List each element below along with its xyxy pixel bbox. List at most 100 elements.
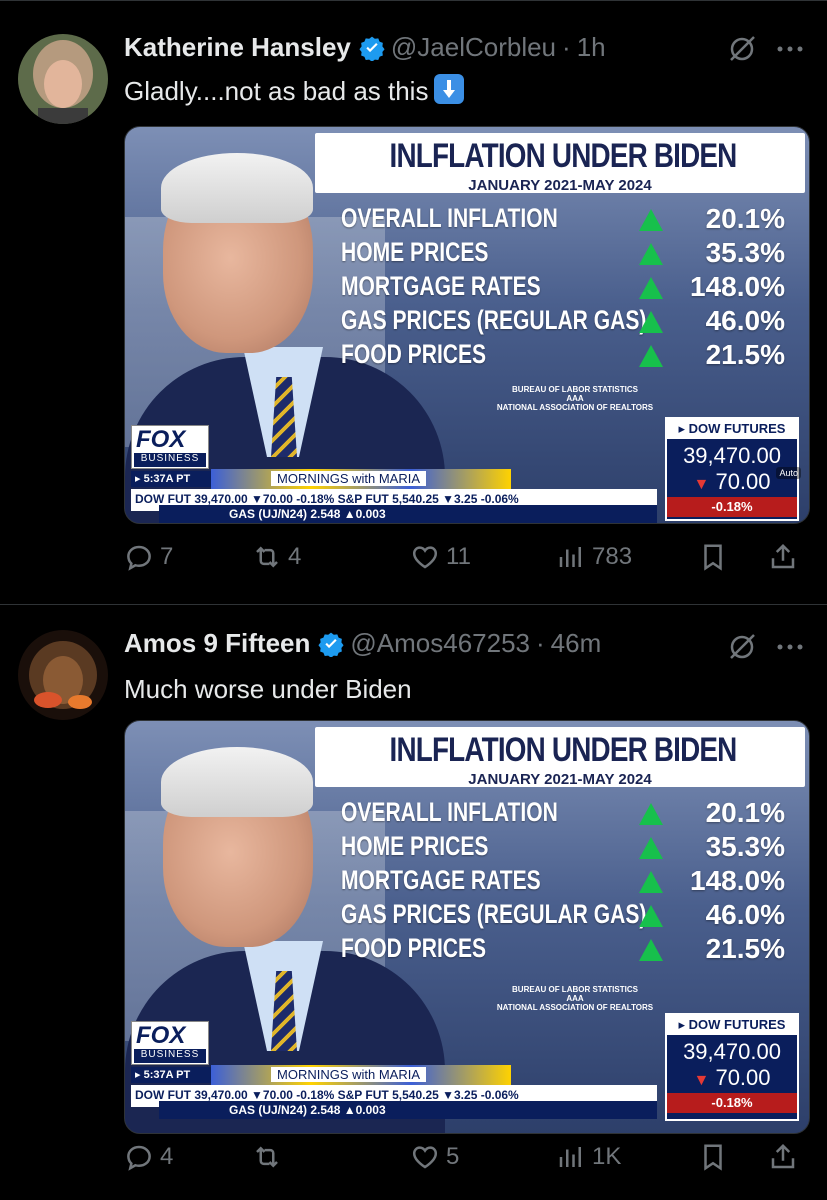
bookmark-button[interactable] (698, 1142, 734, 1172)
avatar[interactable] (18, 630, 108, 720)
more-options-icon[interactable] (775, 44, 805, 54)
timestamp[interactable]: 1h (577, 32, 606, 63)
verified-badge-icon (318, 632, 344, 657)
tweet-media-image[interactable]: INLFLATION UNDER BIDEN JANUARY 2021-MAY … (124, 720, 810, 1134)
tweet[interactable]: Amos 9 Fifteen @Amos467253 · 46m Much wo… (0, 606, 827, 1200)
share-button[interactable] (768, 542, 804, 572)
retweet-button[interactable]: 4 (252, 542, 301, 572)
handle[interactable]: @Amos467253 (350, 628, 530, 659)
person-hair (161, 747, 313, 817)
grok-icon[interactable] (727, 632, 757, 662)
display-name[interactable]: Amos 9 Fifteen (124, 628, 310, 659)
up-triangle-icon (639, 837, 663, 859)
stats-list: OVERALL INFLATION 20.1% HOME PRICES 35.3% … (341, 797, 801, 967)
broadcast-clock: ▸ 5:37A PT (131, 1067, 211, 1083)
dow-title: ▸ DOW FUTURES (667, 1015, 797, 1035)
stat-value: 21.5% (705, 933, 785, 964)
views-button[interactable]: 1K (556, 1142, 621, 1172)
stats-list: OVERALL INFLATION 20.1% HOME PRICES 35.3% … (341, 203, 801, 373)
views-icon (559, 547, 581, 567)
stat-label: OVERALL INFLATION (341, 203, 558, 233)
auto-badge[interactable]: Auto (776, 467, 801, 479)
view-count: 1K (592, 1143, 622, 1170)
stat-label: MORTGAGE RATES (341, 865, 541, 895)
stat-row: FOOD PRICES 21.5% (341, 933, 801, 967)
separator: · (562, 32, 571, 62)
like-count: 5 (446, 1143, 460, 1170)
bookmark-icon (704, 544, 722, 571)
stat-row: GAS PRICES (REGULAR GAS) 46.0% (341, 305, 801, 339)
display-name[interactable]: Katherine Hansley (124, 32, 351, 63)
views-button[interactable]: 783 (556, 542, 632, 572)
like-button[interactable]: 11 (410, 542, 471, 572)
dow-futures-box: ▸ DOW FUTURES 39,470.00 ▼ 70.00 -0.18% (665, 1013, 799, 1121)
more-options-icon[interactable] (775, 642, 805, 652)
network-name: FOX (136, 426, 186, 453)
share-icon (771, 1143, 795, 1169)
stat-label: HOME PRICES (341, 237, 489, 267)
separator: · (536, 628, 545, 658)
headline-box: INLFLATION UNDER BIDEN JANUARY 2021-MAY … (315, 133, 805, 194)
stat-row: MORTGAGE RATES 148.0% (341, 865, 801, 899)
heart-icon (412, 1146, 438, 1169)
tweet-media-image[interactable]: INLFLATION UNDER BIDEN JANUARY 2021-MAY … (124, 126, 810, 524)
sources-credit: BUREAU OF LABOR STATISTICS AAA NATIONAL … (465, 385, 685, 412)
handle[interactable]: @JaelCorbleu (391, 32, 556, 63)
stat-value: 148.0% (690, 865, 785, 896)
network-name: FOX (136, 1022, 186, 1049)
views-icon (559, 1147, 581, 1167)
dow-percent: -0.18% (667, 1093, 797, 1113)
tweet-text-content: Gladly....not as bad as this (124, 76, 429, 106)
source-line: BUREAU OF LABOR STATISTICS (512, 985, 638, 994)
retweet-icon (256, 1146, 278, 1168)
fox-business-logo: FOX BUSINESS (131, 425, 209, 469)
stat-row: HOME PRICES 35.3% (341, 831, 801, 865)
up-triangle-icon (639, 277, 663, 299)
share-button[interactable] (768, 1142, 804, 1172)
stat-value: 35.3% (705, 831, 785, 862)
reply-button[interactable]: 4 (124, 1142, 173, 1172)
reply-count: 4 (160, 1143, 174, 1170)
source-line: BUREAU OF LABOR STATISTICS (512, 385, 638, 394)
grok-icon[interactable] (727, 34, 757, 64)
tweet-header: Amos 9 Fifteen @Amos467253 · 46m (124, 628, 601, 659)
stat-row: GAS PRICES (REGULAR GAS) 46.0% (341, 899, 801, 933)
stat-label: MORTGAGE RATES (341, 271, 541, 301)
show-banner: MORNINGS with MARIA (211, 469, 511, 489)
show-name: MORNINGS with MARIA (271, 471, 427, 486)
up-triangle-icon (639, 803, 663, 825)
sources-credit: BUREAU OF LABOR STATISTICS AAA NATIONAL … (465, 985, 685, 1012)
ticker-secondary: GAS (UJ/N24) 2.548 ▲0.003 (159, 1101, 657, 1119)
stat-row: OVERALL INFLATION 20.1% (341, 797, 801, 831)
graphic-subhead: JANUARY 2021-MAY 2024 (468, 771, 652, 788)
stat-label: HOME PRICES (341, 831, 489, 861)
avatar[interactable] (18, 34, 108, 124)
ticker-secondary: GAS (UJ/N24) 2.548 ▲0.003 (159, 505, 657, 523)
stat-label: GAS PRICES (REGULAR GAS) (341, 899, 647, 929)
retweet-button[interactable] (252, 1142, 288, 1172)
stat-label: GAS PRICES (REGULAR GAS) (341, 305, 647, 335)
timestamp[interactable]: 46m (551, 628, 602, 659)
reply-count: 7 (160, 543, 174, 570)
graphic-subhead: JANUARY 2021-MAY 2024 (468, 177, 652, 194)
person-hair (161, 153, 313, 223)
dow-title: ▸ DOW FUTURES (667, 419, 797, 439)
like-button[interactable]: 5 (410, 1142, 459, 1172)
share-icon (771, 543, 795, 569)
bookmark-button[interactable] (698, 542, 734, 572)
source-line: AAA (566, 994, 584, 1003)
stat-value: 20.1% (705, 797, 785, 828)
up-triangle-icon (639, 871, 663, 893)
tweet[interactable]: Katherine Hansley @JaelCorbleu · 1h Glad… (0, 0, 827, 605)
graphic-headline: INLFLATION UNDER BIDEN (389, 137, 738, 175)
dow-value: 39,470.00 (683, 1039, 781, 1064)
dow-percent: -0.18% (667, 497, 797, 517)
retweet-count: 4 (288, 543, 302, 570)
dow-change-value: 70.00 (715, 469, 771, 494)
tweet-actions: 7 4 11 783 (124, 542, 814, 582)
stat-row: MORTGAGE RATES 148.0% (341, 271, 801, 305)
reply-button[interactable]: 7 (124, 542, 173, 572)
dow-change-value: 70.00 (715, 1065, 771, 1090)
verified-badge-icon (359, 36, 385, 61)
source-line: NATIONAL ASSOCIATION OF REALTORS (496, 403, 654, 412)
